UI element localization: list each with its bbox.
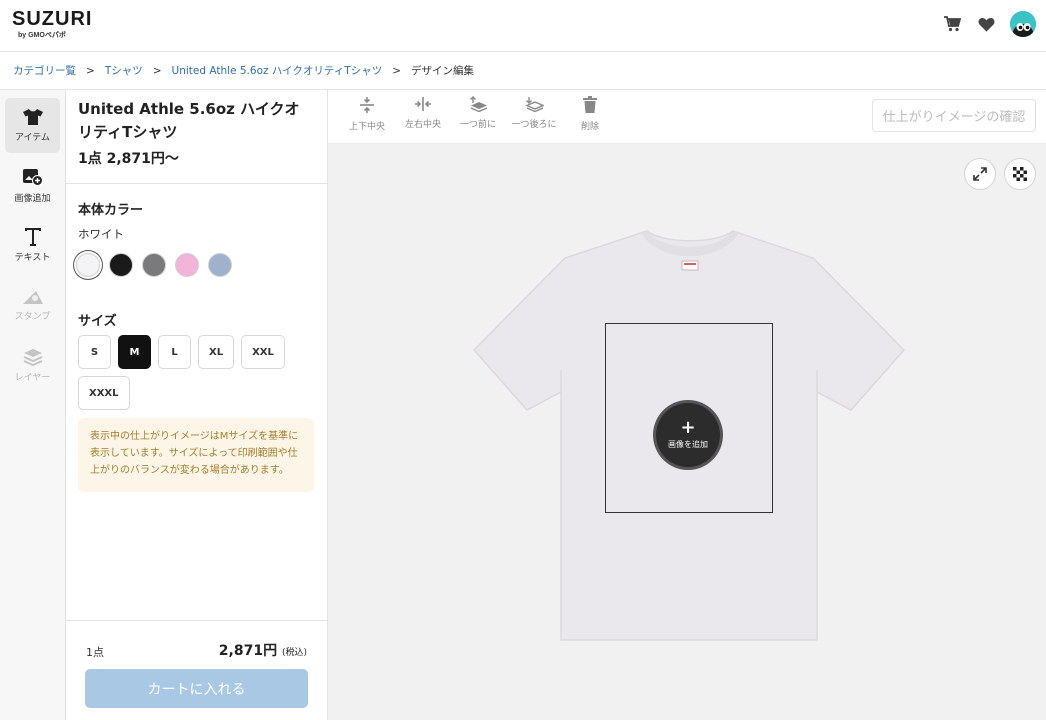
toolbar-label: 左右中央 <box>404 120 441 130</box>
color-swatch[interactable] <box>76 253 100 277</box>
selected-color-name: ホワイト <box>78 227 124 241</box>
add-to-cart-button[interactable]: カートに入れる <box>85 669 308 708</box>
size-heading: サイズ <box>78 314 117 329</box>
add-image-label: 画像を追加 <box>668 440 708 449</box>
tool-layers[interactable]: レイヤー <box>5 338 60 393</box>
size-option[interactable]: XXL <box>241 335 285 369</box>
align-horizontal-center-icon <box>415 97 431 111</box>
breadcrumb-link-tshirt[interactable]: Tシャツ <box>105 63 143 78</box>
breadcrumb-current: デザイン編集 <box>411 65 475 77</box>
stamp-icon <box>22 291 43 304</box>
cart-quantity: 1点 <box>86 646 104 659</box>
preview-confirm-button[interactable]: 仕上がりイメージの確認 <box>872 99 1036 132</box>
tool-rail: アイテム 画像追加 テキスト スタンプ レイヤー <box>0 90 66 720</box>
trash-icon <box>583 96 597 113</box>
breadcrumb-separator: > <box>392 64 402 77</box>
size-option[interactable]: M <box>118 335 151 369</box>
heart-icon[interactable] <box>976 14 996 34</box>
size-option[interactable]: L <box>158 335 191 369</box>
align-vertical-center-button[interactable]: 上下中央 <box>342 96 392 132</box>
tool-item[interactable]: アイテム <box>5 98 60 153</box>
size-options: S M L XL XXL XXXL <box>78 335 314 410</box>
cart-total: 2,871円 (税込) <box>219 640 307 660</box>
tool-item-label: アイテム <box>14 133 51 143</box>
product-price: 1点 2,871円〜 <box>78 151 179 167</box>
logo-text: SUZURI <box>12 8 93 30</box>
text-icon <box>24 228 41 246</box>
transparency-toggle-button[interactable] <box>1004 158 1036 190</box>
breadcrumb-separator: > <box>86 64 95 77</box>
add-image-icon <box>22 169 43 186</box>
add-image-button[interactable]: + 画像を追加 <box>656 403 720 467</box>
color-swatch[interactable] <box>109 253 133 277</box>
tool-stamp[interactable]: スタンプ <box>5 278 60 333</box>
toolbar-label: 一つ後ろに <box>511 120 557 130</box>
product-panel: United Athle 5.6oz ハイクオリティTシャツ 1点 2,871円… <box>66 90 328 720</box>
product-title: United Athle 5.6oz ハイクオリティTシャツ <box>78 100 300 141</box>
divider <box>66 620 328 621</box>
logo-subtext: by GMOペパボ <box>18 32 66 39</box>
tool-text[interactable]: テキスト <box>5 218 60 273</box>
user-avatar[interactable] <box>1010 11 1036 37</box>
checkerboard-icon <box>1013 167 1027 181</box>
cart-icon[interactable] <box>942 14 962 34</box>
design-canvas[interactable]: + 画像を追加 <box>328 144 1046 720</box>
layers-icon <box>23 349 42 366</box>
toolbar-label: 一つ前に <box>459 120 496 130</box>
color-swatches <box>76 253 232 277</box>
toolbar-label: 上下中央 <box>348 122 385 132</box>
size-option[interactable]: S <box>78 335 111 369</box>
breadcrumb-link-category[interactable]: カテゴリー覧 <box>13 63 76 78</box>
site-header: SUZURI by GMOペパボ <box>0 0 1046 52</box>
divider <box>66 183 328 184</box>
toolbar-label: 削除 <box>580 122 599 132</box>
tool-add-image[interactable]: 画像追加 <box>5 158 60 213</box>
cart-total-amount: 2,871円 <box>218 643 278 659</box>
edit-toolbar: 上下中央 左右中央 一つ前に 一つ後ろに 削除 仕上がりイメージの確認 <box>328 90 1046 144</box>
bring-forward-icon <box>470 96 488 112</box>
tool-stamp-label: スタンプ <box>14 312 51 322</box>
color-heading: 本体カラー <box>78 203 144 218</box>
color-swatch[interactable] <box>175 253 199 277</box>
breadcrumb-separator: > <box>152 64 162 77</box>
color-swatch[interactable] <box>142 253 166 277</box>
bring-forward-button[interactable]: 一つ前に <box>453 96 503 130</box>
breadcrumb-link-product[interactable]: United Athle 5.6oz ハイクオリティTシャツ <box>172 63 383 78</box>
align-vertical-center-icon <box>360 97 374 113</box>
suzuri-logo[interactable]: SUZURI by GMOペパボ <box>12 9 92 40</box>
send-backward-icon <box>525 97 544 112</box>
delete-button[interactable]: 削除 <box>565 96 615 132</box>
send-backward-button[interactable]: 一つ後ろに <box>509 96 559 130</box>
size-notice: 表示中の仕上がりイメージはMサイズを基準に表示しています。サイズによって印刷範囲… <box>78 418 314 492</box>
color-swatch[interactable] <box>208 253 232 277</box>
tool-text-label: テキスト <box>14 253 51 263</box>
size-option[interactable]: XXXL <box>78 376 130 410</box>
size-option[interactable]: XL <box>198 335 235 369</box>
fullscreen-button[interactable] <box>964 158 996 190</box>
expand-icon <box>973 167 987 181</box>
align-horizontal-center-button[interactable]: 左右中央 <box>398 96 448 130</box>
tax-label: (税込) <box>281 648 307 658</box>
tool-layers-label: レイヤー <box>14 373 51 383</box>
plus-icon: + <box>680 417 696 438</box>
tshirt-icon <box>22 109 43 125</box>
breadcrumb: カテゴリー覧 > Tシャツ > United Athle 5.6oz ハイクオリ… <box>0 52 1046 90</box>
tool-add-image-label: 画像追加 <box>14 194 51 204</box>
